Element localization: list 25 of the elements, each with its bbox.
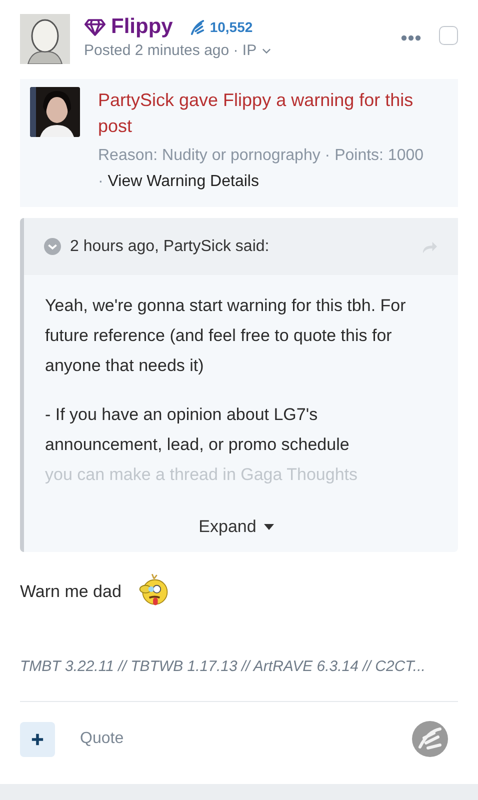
view-warning-link[interactable]: View Warning Details	[108, 173, 259, 190]
select-checkbox[interactable]	[439, 26, 458, 45]
quote-text: Yeah, we're gonna start warning for this tbh. For future reference (and feel free to quote this for anyone that needs it)	[45, 295, 407, 377]
diamond-icon	[84, 18, 106, 36]
chevron-icon[interactable]	[262, 48, 271, 54]
add-button[interactable]	[20, 722, 55, 756]
collapse-icon[interactable]	[44, 238, 61, 255]
wave-icon	[190, 20, 205, 34]
avatar[interactable]	[30, 87, 80, 137]
more-icon[interactable]	[401, 35, 421, 41]
quote-citation: 2 hours ago, PartySick said:	[70, 238, 270, 256]
warning-title: PartySick gave Flippy a warning for this post	[98, 89, 414, 138]
plus-icon	[31, 732, 44, 746]
reputation-count: 10,552	[210, 19, 253, 35]
post-time: Posted 2 minutes ago · IP	[84, 42, 257, 59]
quote-link[interactable]: Quote	[80, 730, 412, 748]
quote-text: - If you have an opinion about LG7's announcement, lead, or promo schedule	[45, 404, 350, 456]
warning-reason: Reason: Nudity or pornography · Points: 1000 · View Warning Details	[98, 146, 425, 192]
author-name[interactable]: Flippy	[111, 15, 173, 39]
caret-icon	[264, 524, 274, 530]
reaction-icon[interactable]	[412, 721, 448, 757]
post-message: Warn me dad	[20, 582, 122, 602]
expand-button[interactable]: Expand	[192, 516, 280, 538]
avatar[interactable]	[20, 14, 70, 64]
signature: TMBT 3.22.11 // TBTWB 1.17.13 // ArtRAVE 6.3.14 // C2CT...	[19, 657, 426, 675]
